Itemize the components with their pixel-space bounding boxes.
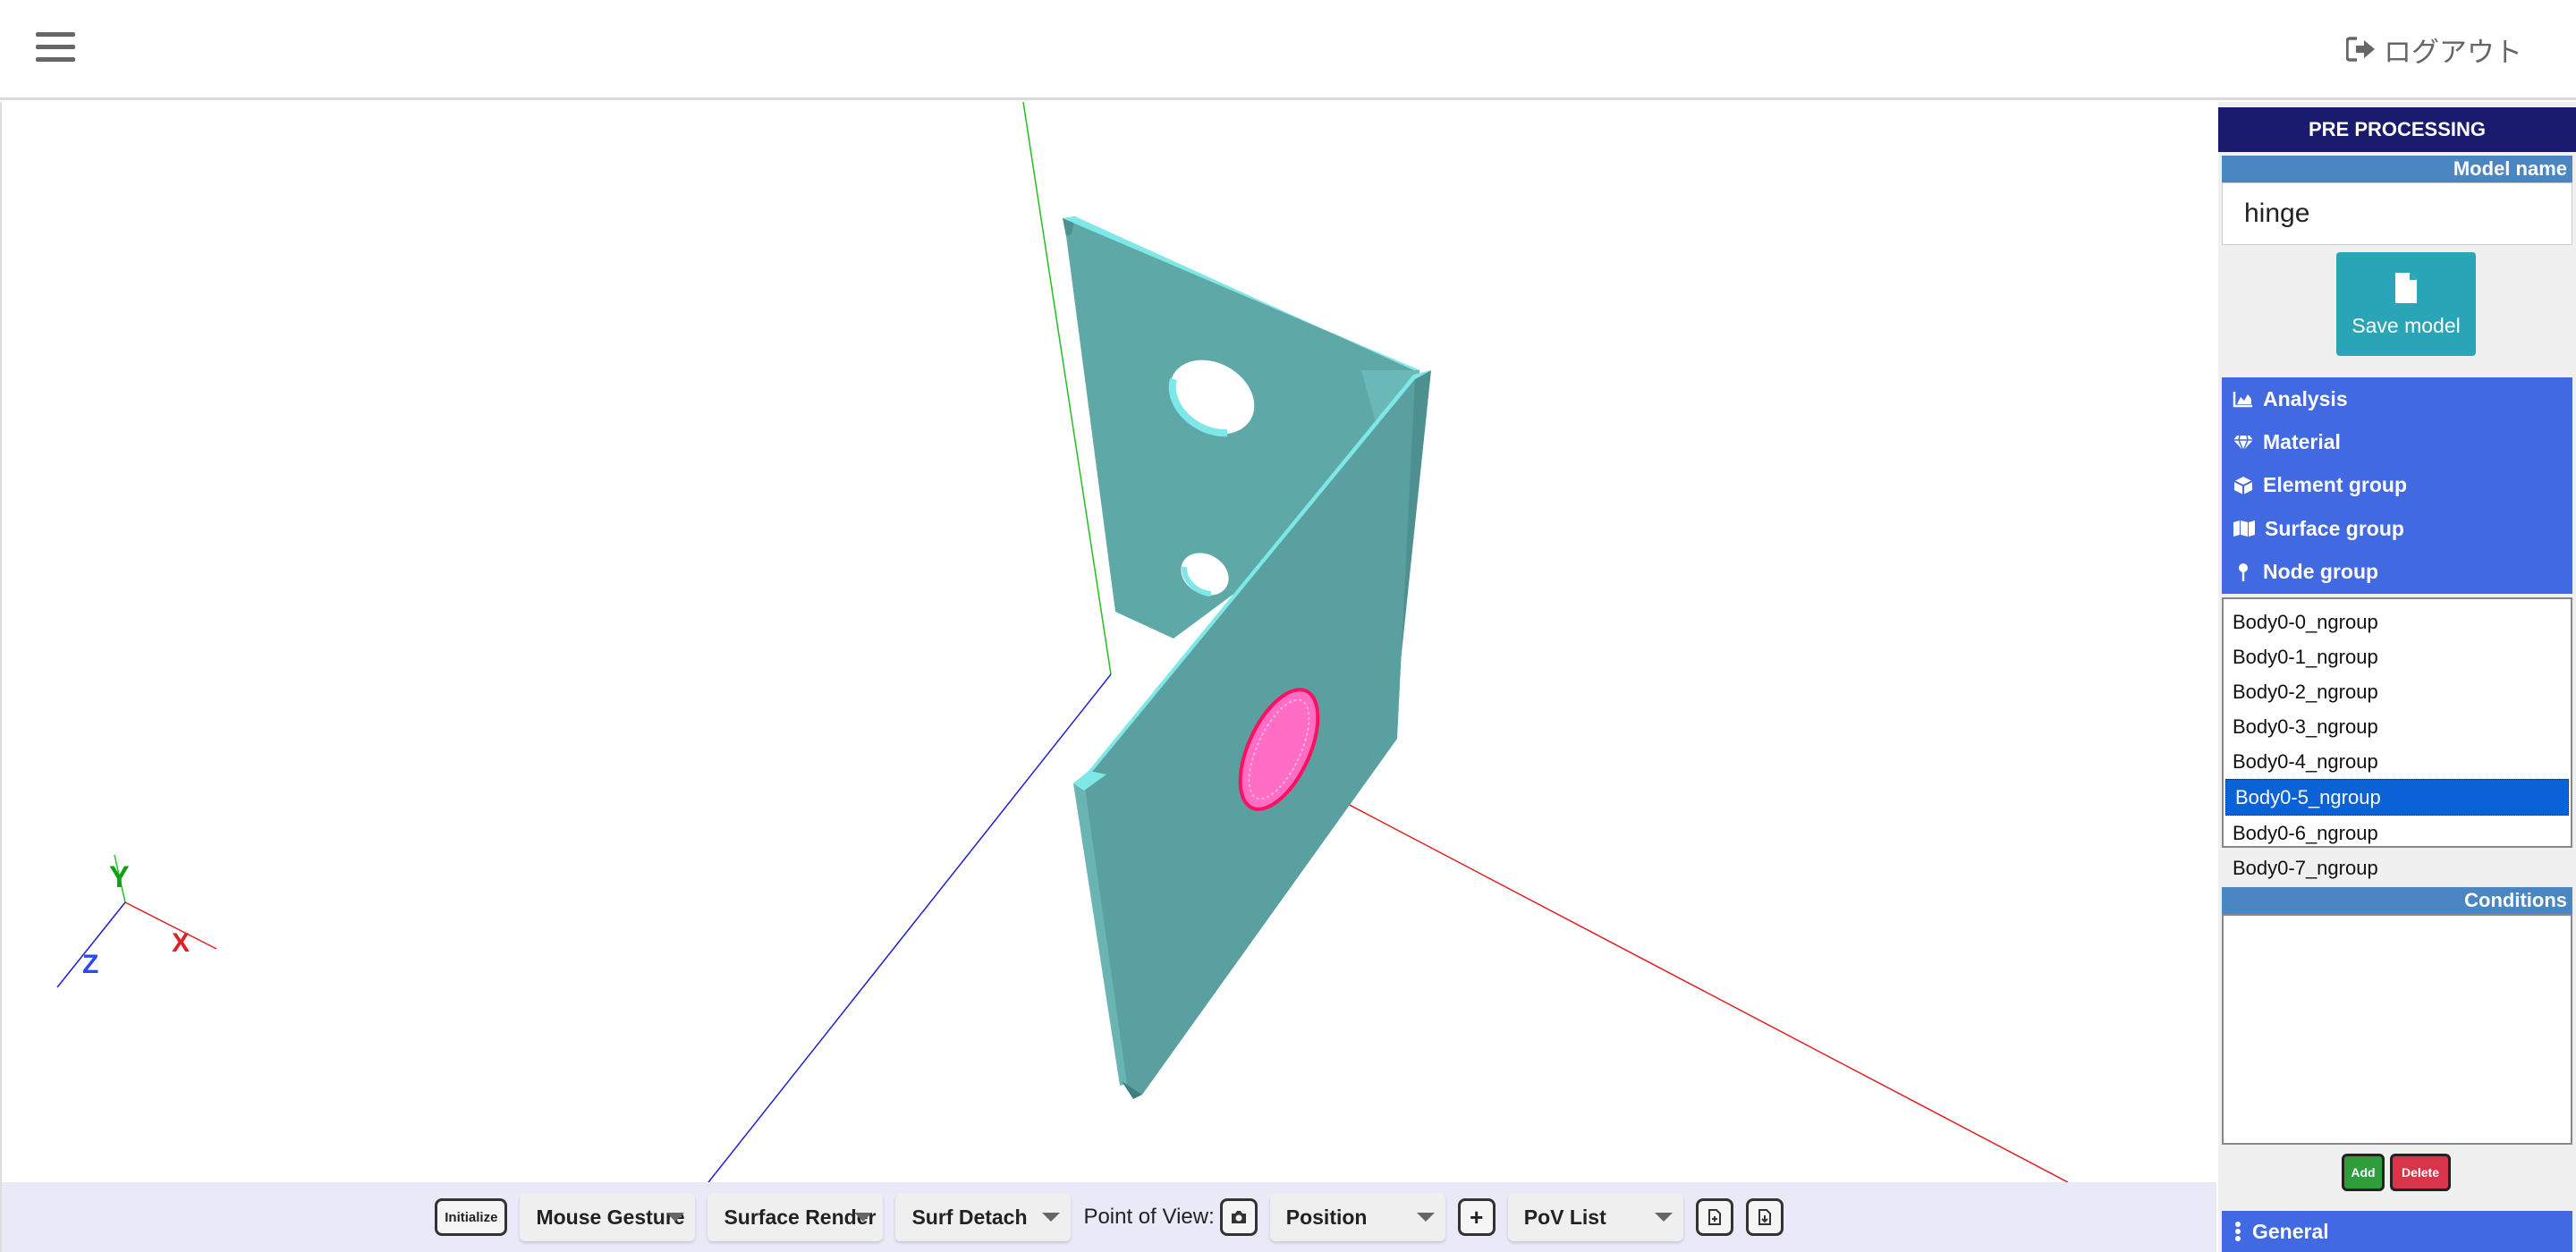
mouse-gesture-select[interactable]: Mouse Gesture: [520, 1193, 696, 1241]
list-item-selected[interactable]: Body0-5_ngroup: [2225, 779, 2569, 816]
sign-out-icon: [2346, 37, 2375, 62]
general-section-toggle[interactable]: General: [2222, 1211, 2572, 1252]
menu-item-label: Material: [2263, 430, 2341, 454]
conditions-list[interactable]: [2222, 914, 2572, 1145]
pov-label: Point of View:: [1083, 1205, 1215, 1229]
add-condition-button[interactable]: Add: [2342, 1154, 2385, 1191]
pov-list-select[interactable]: PoV List: [1507, 1193, 1683, 1241]
list-item[interactable]: Body0-4_ngroup: [2224, 744, 2571, 779]
model-scene[interactable]: Y X Z: [2, 102, 2216, 1182]
chevron-down-icon: [1416, 1213, 1435, 1222]
cube-icon: [2233, 476, 2253, 495]
import-pov-button[interactable]: [1745, 1198, 1784, 1236]
ellipsis-vertical-icon: [2235, 1222, 2241, 1241]
chevron-down-icon: [1654, 1213, 1673, 1222]
position-select[interactable]: Position: [1269, 1193, 1445, 1241]
surf-detach-select[interactable]: Surf Detach: [895, 1193, 1072, 1241]
axis-triad: Y X Z: [56, 854, 217, 988]
panel-title: PRE PROCESSING: [2218, 107, 2576, 152]
conditions-header: Conditions: [2222, 887, 2572, 914]
node-group-list[interactable]: Body0-0_ngroup Body0-1_ngroup Body0-2_ng…: [2222, 597, 2572, 879]
delete-condition-button[interactable]: Delete: [2390, 1154, 2451, 1191]
initialize-button[interactable]: Initialize: [435, 1198, 508, 1236]
panel-menu: Analysis Material Element group Surface …: [2222, 377, 2572, 594]
menu-item-label: Element group: [2263, 473, 2408, 497]
hamburger-icon[interactable]: [36, 32, 75, 68]
triad-z-label: Z: [82, 950, 98, 979]
map-pin-icon: [2239, 563, 2248, 581]
x-axis-line: [1253, 754, 2069, 1182]
file-export-icon: [1707, 1209, 1721, 1225]
file-import-icon: [1758, 1209, 1771, 1225]
model-name-header: Model name: [2222, 156, 2572, 182]
menu-item-material[interactable]: Material: [2222, 420, 2572, 463]
list-item[interactable]: Body0-2_ngroup: [2224, 674, 2571, 709]
menu-item-label: Analysis: [2263, 386, 2348, 410]
mouse-gesture-value: Mouse Gesture: [536, 1205, 685, 1229]
list-item[interactable]: Body0-6_ngroup: [2224, 816, 2571, 850]
map-icon: [2233, 520, 2255, 537]
menu-item-node-group[interactable]: Node group: [2222, 551, 2572, 594]
logout-label: ログアウト: [2384, 36, 2522, 68]
triad-y-label: Y: [109, 860, 130, 894]
list-item[interactable]: Body0-1_ngroup: [2224, 639, 2571, 674]
save-model-button[interactable]: Save model: [2336, 252, 2476, 356]
gem-icon: [2233, 435, 2253, 452]
model-name-input[interactable]: hinge: [2222, 182, 2572, 245]
menu-item-analysis[interactable]: Analysis: [2222, 377, 2572, 420]
list-item[interactable]: Body0-0_ngroup: [2224, 605, 2571, 639]
menu-item-label: Node group: [2263, 560, 2379, 584]
position-value: Position: [1285, 1205, 1368, 1229]
surface-render-select[interactable]: Surface Render: [708, 1193, 884, 1241]
file-icon: [2395, 272, 2417, 303]
menu-item-surface-group[interactable]: Surface group: [2222, 507, 2572, 550]
pre-processing-panel: PRE PROCESSING Model name hinge Save mod…: [2218, 102, 2576, 1252]
list-item[interactable]: Body0-3_ngroup: [2224, 709, 2571, 744]
top-navbar: ログアウト: [0, 0, 2576, 100]
surf-detach-value: Surf Detach: [911, 1205, 1028, 1229]
menu-item-element-group[interactable]: Element group: [2222, 464, 2572, 507]
chevron-down-icon: [666, 1213, 685, 1222]
chevron-down-icon: [1042, 1213, 1061, 1222]
chevron-down-icon: [854, 1213, 873, 1222]
camera-icon: [1231, 1211, 1246, 1223]
z-axis-line: [708, 673, 1112, 1182]
add-pov-button[interactable]: +: [1457, 1198, 1496, 1236]
viewer-toolbar: Initialize Mouse Gesture Surface Render …: [2, 1182, 2216, 1252]
logout-button[interactable]: ログアウト: [2346, 27, 2522, 72]
chart-area-icon: [2233, 392, 2252, 408]
list-item[interactable]: Body0-7_ngroup: [2224, 850, 2571, 885]
general-label: General: [2252, 1219, 2329, 1243]
camera-button[interactable]: [1219, 1198, 1258, 1236]
save-model-label: Save model: [2351, 313, 2461, 337]
menu-item-label: Surface group: [2265, 516, 2404, 540]
surface-render-value: Surface Render: [724, 1205, 877, 1229]
pov-list-value: PoV List: [1523, 1205, 1606, 1229]
triad-x-label: X: [172, 928, 190, 958]
export-pov-button[interactable]: [1695, 1198, 1733, 1236]
3d-viewport[interactable]: Y X Z Initialize Mouse Gesture Surface R…: [0, 102, 2216, 1252]
